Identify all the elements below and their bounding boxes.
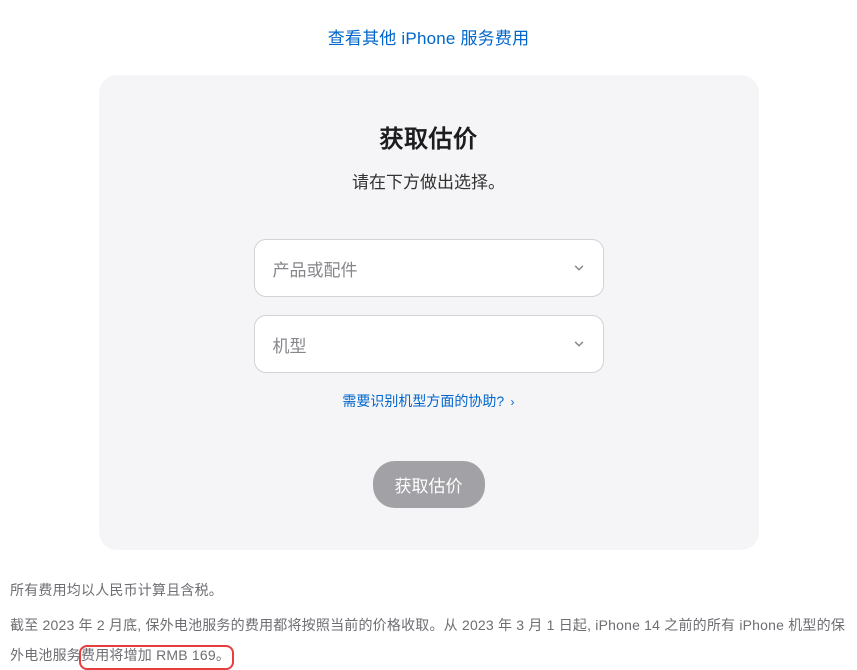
identify-model-help-link[interactable]: 需要识别机型方面的协助? › (342, 393, 514, 409)
model-select-inner[interactable]: 机型 (254, 315, 604, 373)
help-link-label: 需要识别机型方面的协助? (342, 393, 504, 409)
other-iphone-fees-link[interactable]: 查看其他 iPhone 服务费用 (328, 29, 530, 48)
model-placeholder: 机型 (273, 332, 307, 357)
product-placeholder: 产品或配件 (273, 256, 358, 281)
footer-line1: 所有费用均以人民币计算且含税。 (10, 576, 847, 605)
footer-line2: 截至 2023 年 2 月底, 保外电池服务的费用都将按照当前的价格收取。从 2… (10, 611, 847, 670)
model-select[interactable]: 机型 (254, 315, 604, 373)
estimate-card: 获取估价 请在下方做出选择。 产品或配件 机型 需要识别机型方面的协助? › 获… (99, 75, 759, 550)
footer-notes: 所有费用均以人民币计算且含税。 截至 2023 年 2 月底, 保外电池服务的费… (0, 550, 857, 670)
product-select[interactable]: 产品或配件 (254, 239, 604, 297)
card-subtitle: 请在下方做出选择。 (139, 168, 719, 193)
help-link-container: 需要识别机型方面的协助? › (139, 391, 719, 411)
footer-highlighted-price: 费用将增加 RMB 169。 (81, 641, 230, 670)
get-estimate-button[interactable]: 获取估价 (373, 461, 485, 508)
top-link-container: 查看其他 iPhone 服务费用 (0, 0, 857, 63)
card-title: 获取估价 (139, 119, 719, 154)
product-select-inner[interactable]: 产品或配件 (254, 239, 604, 297)
chevron-right-icon: › (507, 395, 514, 409)
